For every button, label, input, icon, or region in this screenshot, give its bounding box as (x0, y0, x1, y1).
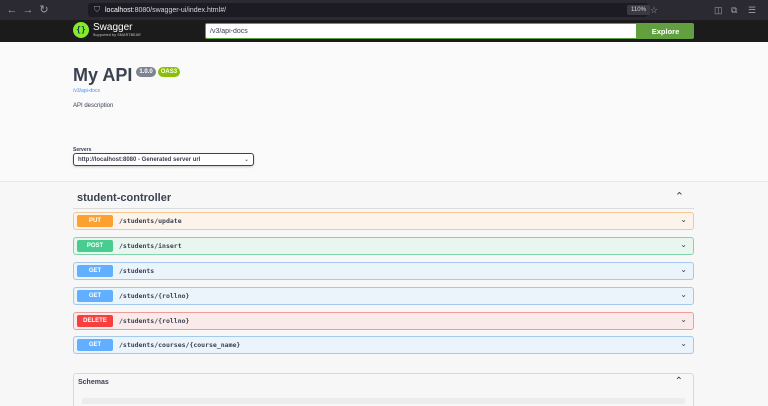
method-badge: GET (77, 339, 113, 351)
chevron-up-icon[interactable]: ⌃ (675, 376, 683, 387)
chevron-down-icon[interactable]: ⌄ (680, 339, 687, 348)
schemas-title: Schemas (78, 379, 109, 386)
method-badge: DELETE (77, 315, 113, 327)
chevron-up-icon[interactable]: ⌃ (675, 190, 684, 203)
version-badge: 1.0.0 (136, 67, 156, 77)
logo-subtitle: Supported by SMARTBEAR (93, 33, 141, 37)
oas-badge: OAS3 (157, 67, 181, 77)
operation-path: /students/{rollno} (119, 317, 190, 325)
operation-get-students-rollno[interactable]: GET /students/{rollno} ⌄ (73, 287, 694, 305)
chevron-down-icon[interactable]: ⌄ (680, 215, 687, 224)
servers-selected-value: http://localhost:8080 - Generated server… (78, 156, 201, 163)
back-arrow-icon[interactable]: ← (4, 0, 20, 20)
operation-delete-students-rollno[interactable]: DELETE /students/{rollno} ⌄ (73, 312, 694, 330)
api-title-row: My API 1.0.0 OAS3 (73, 64, 181, 86)
schema-placeholder (82, 398, 685, 404)
api-docs-link[interactable]: /v3/api-docs (73, 88, 100, 94)
method-badge: PUT (77, 215, 113, 227)
chevron-down-icon[interactable]: ⌄ (680, 290, 687, 299)
swagger-logo[interactable]: Swagger Supported by SMARTBEAR (73, 22, 141, 38)
swagger-logo-icon (73, 22, 89, 38)
method-badge: GET (77, 265, 113, 277)
address-text: localhost:8080/swagger-ui/index.html#/ (105, 7, 226, 14)
operation-path: /students/courses/{course_name} (119, 341, 241, 349)
operation-path: /students/{rollno} (119, 292, 190, 300)
operation-path: /students (119, 267, 155, 275)
address-host: localhost (105, 6, 133, 14)
chevron-down-icon[interactable]: ⌄ (680, 240, 687, 249)
schemas-section[interactable]: Schemas ⌃ (73, 373, 694, 406)
extensions-icon[interactable]: ⧉ (731, 0, 737, 20)
method-badge: GET (77, 290, 113, 302)
logo-title: Swagger (93, 22, 133, 33)
operation-get-students[interactable]: GET /students ⌄ (73, 262, 694, 280)
section-divider (0, 181, 768, 182)
api-title: My API (73, 65, 133, 85)
method-badge: POST (77, 240, 113, 252)
api-description: API description (73, 103, 114, 109)
menu-icon[interactable]: ☰ (748, 0, 756, 20)
chevron-down-icon: ⌄ (243, 157, 249, 163)
bookmark-star-icon[interactable]: ☆ (650, 0, 658, 20)
pocket-icon[interactable]: ◫ (714, 0, 723, 20)
operation-path: /students/insert (119, 242, 182, 250)
explore-button[interactable]: Explore (637, 23, 694, 39)
spec-url-input[interactable] (205, 23, 637, 39)
tag-title: student-controller (77, 192, 172, 204)
shield-icon: ⛉ (94, 5, 100, 14)
chevron-down-icon[interactable]: ⌄ (680, 315, 687, 324)
operation-put-students-update[interactable]: PUT /students/update ⌄ (73, 212, 694, 230)
zoom-indicator[interactable]: 110% (627, 5, 650, 15)
servers-select[interactable]: http://localhost:8080 - Generated server… (73, 153, 254, 166)
address-bar[interactable]: ⛉ localhost:8080/swagger-ui/index.html#/ (88, 3, 648, 17)
operation-path: /students/update (119, 217, 182, 225)
forward-arrow-icon[interactable]: → (20, 0, 36, 20)
tag-header-student-controller[interactable]: student-controller ⌃ (73, 189, 694, 209)
browser-toolbar: ← → ↻ ⛉ localhost:8080/swagger-ui/index.… (0, 0, 768, 20)
operation-get-students-courses[interactable]: GET /students/courses/{course_name} ⌄ (73, 336, 694, 354)
chevron-down-icon[interactable]: ⌄ (680, 265, 687, 274)
operation-post-students-insert[interactable]: POST /students/insert ⌄ (73, 237, 694, 255)
reload-icon[interactable]: ↻ (36, 0, 52, 20)
swagger-topbar: Swagger Supported by SMARTBEAR Explore (0, 20, 768, 42)
address-path: :8080/swagger-ui/index.html#/ (132, 6, 227, 14)
